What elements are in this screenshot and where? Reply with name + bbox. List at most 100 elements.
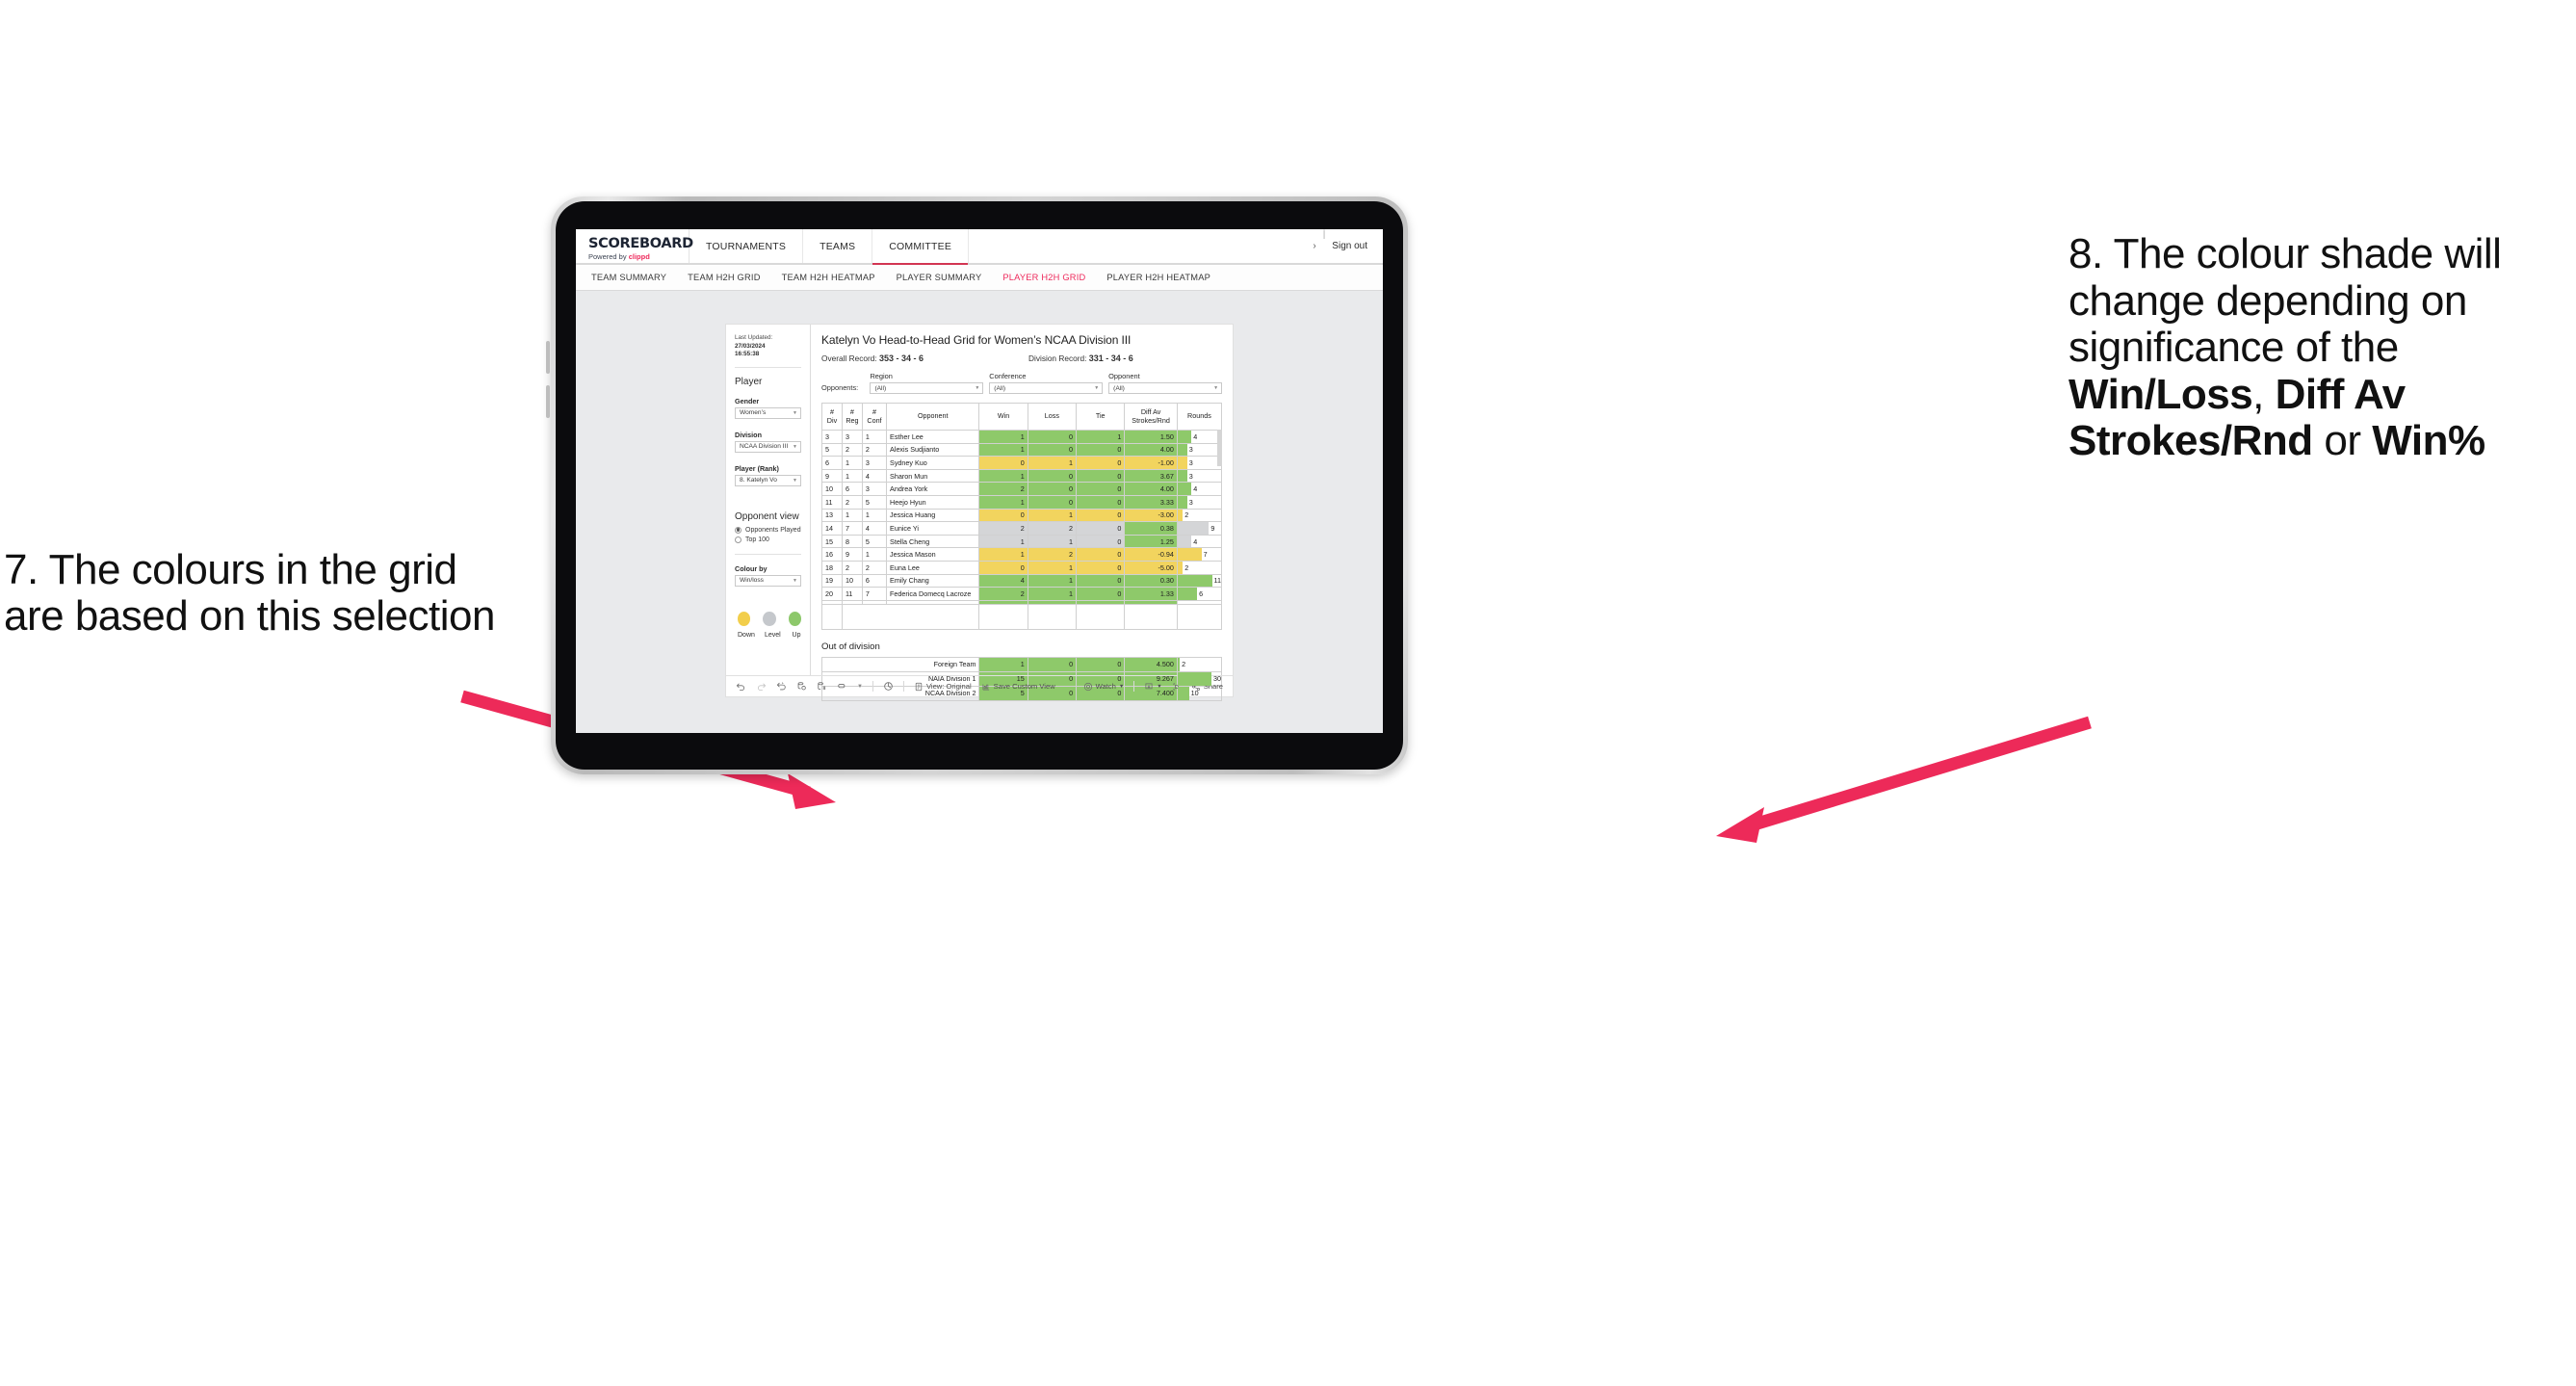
cell-rounds: 4 — [1176, 534, 1223, 549]
radio-top-100[interactable]: Top 100 — [735, 536, 801, 543]
export-dropdown-icon[interactable]: ▼ — [857, 684, 863, 690]
cell-div: 19 — [821, 573, 843, 588]
download-button[interactable]: ▼ — [1144, 682, 1162, 692]
col-reg: # Reg — [841, 403, 863, 431]
records-row: Overall Record: 353 - 34 - 6 Division Re… — [821, 353, 1222, 363]
show-me-button[interactable] — [883, 681, 894, 692]
watch-button[interactable]: Watch ▼ — [1083, 682, 1125, 692]
cell-conf: 3 — [861, 456, 888, 470]
tablet-device: SCOREBOARD Powered by clippd TOURNAMENTS… — [546, 196, 1408, 774]
cell-loss: 1 — [1027, 587, 1078, 601]
refresh-data-button[interactable] — [796, 681, 807, 692]
rounds-bar — [1177, 588, 1198, 600]
export-button[interactable] — [837, 681, 847, 692]
cell-rounds: 7 — [1176, 547, 1223, 562]
cell-conf: 1 — [861, 430, 888, 444]
cell-empty — [821, 603, 843, 630]
chevron-down-icon: ▼ — [1118, 683, 1125, 690]
cell-reg: 8 — [841, 534, 863, 549]
gender-select[interactable]: Women’s ▼ — [735, 406, 801, 419]
table-row[interactable]: Foreign Team 1 0 0 4.500 2 — [820, 656, 1223, 672]
chevron-down-icon: ▼ — [793, 577, 797, 584]
grid-container: # Div # Reg # Conf Opponent Win Loss Tie Di… — [821, 403, 1223, 630]
save-custom-view-label: Save Custom View — [993, 682, 1055, 691]
cell-tie: 0 — [1076, 482, 1126, 496]
volume-down-button[interactable] — [546, 385, 550, 418]
table-row[interactable]: 13 1 1 Jessica Huang 0 1 0 -3.00 2 — [821, 508, 1223, 523]
cell-div: 9 — [821, 468, 843, 484]
subnav-item-player-h2h-grid[interactable]: PLAYER H2H GRID — [1002, 273, 1085, 282]
chevron-down-icon: ▼ — [975, 385, 980, 391]
subnav-item-player-h2h-heatmap[interactable]: PLAYER H2H HEATMAP — [1106, 273, 1210, 282]
view-original-button[interactable]: View: Original — [914, 682, 972, 692]
filter-conference-select[interactable]: (All) ▼ — [989, 382, 1104, 394]
player-rank-value: 8. Katelyn Vo — [740, 477, 777, 484]
cell-reg: 1 — [841, 468, 863, 484]
cell-opponent: Alexis Sudjianto — [886, 442, 980, 458]
division-value: NCAA Division III — [740, 443, 789, 450]
subnav-item-player-summary[interactable]: PLAYER SUMMARY — [897, 273, 982, 282]
table-row[interactable]: 6 1 3 Sydney Kuo 0 1 0 -1.00 3 — [821, 456, 1223, 470]
app-logo[interactable]: SCOREBOARD Powered by clippd — [576, 229, 693, 263]
radio-opponents-played[interactable]: Opponents Played — [735, 526, 801, 534]
cell-win: 1 — [978, 494, 1028, 510]
table-row[interactable]: 19 10 6 Emily Chang 4 1 0 0.30 11 — [821, 573, 1223, 588]
table-row[interactable]: 10 6 3 Andrea York 2 0 0 4.00 4 — [821, 482, 1223, 496]
rounds-bar-wrap: 3 — [1177, 443, 1221, 457]
cell-reg: 10 — [841, 573, 863, 588]
nav-item-committee[interactable]: COMMITTEE — [872, 229, 970, 265]
rounds-bar — [1177, 522, 1210, 535]
table-row[interactable]: 14 7 4 Eunice Yi 2 2 0 0.38 9 — [821, 521, 1223, 536]
grid-scrollbar[interactable] — [1217, 430, 1222, 466]
cell-tie: 0 — [1076, 442, 1126, 458]
annotation-emphasis: Win/Loss — [2069, 370, 2253, 418]
cell-opponent: Jessica Mason — [886, 547, 980, 562]
player-rank-select[interactable]: 8. Katelyn Vo ▼ — [735, 474, 801, 486]
table-row[interactable]: 9 1 4 Sharon Mun 1 0 0 3.67 3 — [821, 468, 1223, 484]
table-row[interactable]: 15 8 5 Stella Cheng 1 1 0 1.25 4 — [821, 534, 1223, 549]
rounds-bar-wrap: 4 — [1177, 535, 1221, 548]
subnav-item-team-h2h-grid[interactable]: TEAM H2H GRID — [688, 273, 760, 282]
cell-rounds: 10 — [1176, 685, 1223, 701]
subnav-item-team-summary[interactable]: TEAM SUMMARY — [591, 273, 666, 282]
cell-opponent: Stella Cheng — [886, 534, 980, 549]
nav-item-tournaments[interactable]: TOURNAMENTS — [690, 229, 804, 263]
table-row[interactable]: 16 9 1 Jessica Mason 1 2 0 -0.94 7 — [821, 547, 1223, 562]
rounds-bar-wrap: 4 — [1177, 483, 1221, 495]
save-custom-view-button[interactable]: Save Custom View — [981, 682, 1055, 692]
filter-region-select[interactable]: (All) ▼ — [870, 382, 984, 394]
rounds-value: 4 — [1193, 431, 1198, 441]
radio-label: Opponents Played — [745, 526, 801, 534]
tablet-screen: SCOREBOARD Powered by clippd TOURNAMENTS… — [576, 229, 1383, 733]
cell-win: 0 — [978, 456, 1028, 470]
revert-button[interactable] — [776, 681, 787, 692]
cell-reg: 3 — [841, 430, 863, 444]
pause-updates-button[interactable] — [817, 681, 827, 692]
subnav-item-team-h2h-heatmap[interactable]: TEAM H2H HEATMAP — [782, 273, 875, 282]
cell-win: 4 — [978, 573, 1028, 588]
table-row[interactable]: 3 3 1 Esther Lee 1 0 1 1.50 4 — [821, 430, 1223, 444]
rounds-bar-wrap: 10 — [1177, 686, 1221, 700]
table-row[interactable]: 18 2 2 Euna Lee 0 1 0 -5.00 2 — [821, 560, 1223, 575]
cell-tie: 0 — [1076, 468, 1126, 484]
undo-button[interactable] — [736, 681, 746, 692]
nav-item-teams[interactable]: TEAMS — [803, 229, 873, 263]
sign-out-button[interactable]: Sign out — [1332, 241, 1367, 251]
volume-up-button[interactable] — [546, 341, 550, 374]
table-row[interactable]: 20 11 7 Federica Domecq Lacroze 2 1 0 1.33 6 — [821, 587, 1223, 601]
division-select[interactable]: NCAA Division III ▼ — [735, 440, 801, 453]
cell-opponent: Sydney Kuo — [886, 456, 980, 470]
colour-by-select[interactable]: Win/loss ▼ — [735, 574, 801, 587]
redo-button[interactable] — [756, 681, 767, 692]
h2h-grid-table: # Div # Reg # Conf Opponent Win Loss Tie Di… — [821, 403, 1223, 630]
filter-opponent-select[interactable]: (All) ▼ — [1108, 382, 1223, 394]
player-rank-label: Player (Rank) — [735, 463, 779, 473]
division-record-value: 331 - 34 - 6 — [1088, 353, 1133, 363]
table-row[interactable]: 5 2 2 Alexis Sudjianto 1 0 0 4.00 3 — [821, 442, 1223, 458]
cell-rounds: 9 — [1176, 521, 1223, 536]
cell-conf: 5 — [861, 534, 888, 549]
division-record-label: Division Record: — [1028, 353, 1087, 363]
cell-tie: 0 — [1076, 508, 1126, 523]
table-row[interactable]: 11 2 5 Heejo Hyun 1 0 0 3.33 3 — [821, 494, 1223, 510]
chevron-right-icon[interactable]: › — [1313, 241, 1315, 251]
